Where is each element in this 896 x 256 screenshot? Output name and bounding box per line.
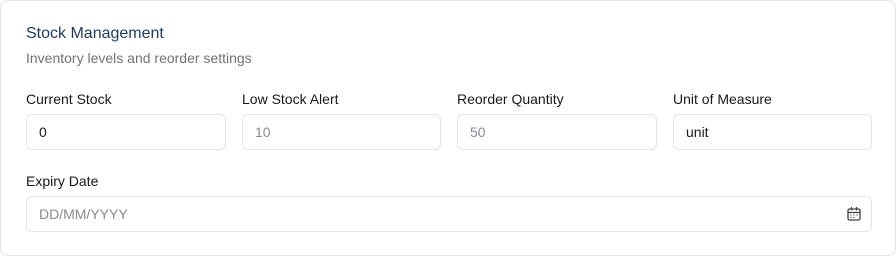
current-stock-label: Current Stock: [26, 91, 112, 107]
unit-of-measure-label: Unit of Measure: [673, 91, 772, 107]
expiry-date-input[interactable]: [26, 196, 872, 232]
section-subtitle: Inventory levels and reorder settings: [26, 50, 252, 66]
low-stock-alert-label: Low Stock Alert: [242, 91, 339, 107]
section-title: Stock Management: [26, 25, 164, 42]
reorder-quantity-label: Reorder Quantity: [457, 91, 564, 107]
unit-of-measure-input[interactable]: [673, 114, 872, 150]
stock-management-card: Stock Management Inventory levels and re…: [0, 0, 896, 256]
reorder-quantity-input[interactable]: [457, 114, 657, 150]
low-stock-alert-input[interactable]: [242, 114, 441, 150]
calendar-icon[interactable]: [846, 206, 862, 222]
expiry-date-label: Expiry Date: [26, 173, 99, 189]
current-stock-input[interactable]: [26, 114, 226, 150]
